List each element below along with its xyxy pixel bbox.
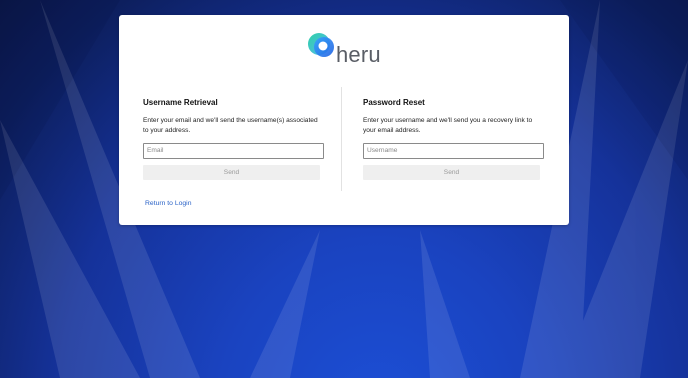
email-input[interactable]: Email: [143, 143, 324, 159]
send-reset-link-button[interactable]: Send: [363, 165, 540, 180]
username-input-placeholder: Username: [367, 147, 398, 154]
section-divider: [341, 87, 342, 191]
password-reset-description: Enter your username and we'll send you a…: [363, 117, 533, 134]
password-reset-title: Password Reset: [363, 98, 425, 107]
username-retrieval-title: Username Retrieval: [143, 98, 218, 107]
username-retrieval-section: Username Retrieval Enter your email and …: [143, 97, 324, 180]
email-input-placeholder: Email: [147, 147, 164, 154]
recovery-card: heru Username Retrieval Enter your email…: [119, 15, 569, 225]
username-retrieval-description: Enter your email and we'll send the user…: [143, 117, 318, 134]
send-username-button[interactable]: Send: [143, 165, 320, 180]
brand-wordmark: heru: [336, 42, 381, 67]
heru-logo-icon: [308, 33, 334, 57]
return-to-login-link[interactable]: Return to Login: [145, 199, 191, 209]
password-reset-section: Password Reset Enter your username and w…: [363, 97, 544, 180]
brand-logo: heru: [307, 29, 387, 73]
username-input[interactable]: Username: [363, 143, 544, 159]
